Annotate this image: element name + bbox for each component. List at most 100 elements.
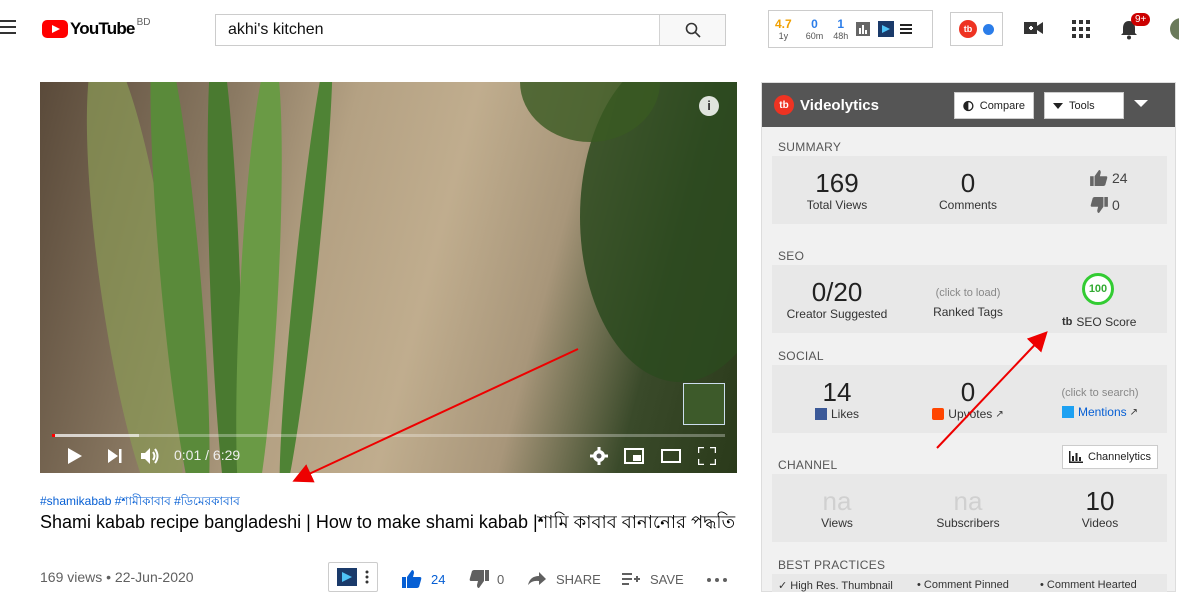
channel-subscribers-label: Subscribers [936, 516, 1000, 530]
channel-views-label: Views [821, 516, 853, 530]
avatar[interactable] [1170, 18, 1179, 40]
vidiq-action-button[interactable] [328, 562, 378, 592]
best-practice-label: High Res. Thumbnail [790, 580, 893, 592]
save-button[interactable]: SAVE [622, 566, 684, 592]
upvotes-value: 0 [960, 377, 976, 407]
collapse-caret-icon[interactable] [1134, 100, 1148, 107]
settings-gear-icon[interactable] [590, 447, 608, 465]
tools-label: Tools [1069, 99, 1095, 112]
share-arrow-icon [528, 572, 546, 585]
apps-grid-icon[interactable] [1072, 20, 1090, 38]
search-button[interactable] [659, 15, 725, 45]
channel-videos: 10 Videos [1035, 486, 1165, 530]
like-count: 24 [431, 571, 446, 587]
search-input[interactable]: akhi's kitchen [216, 15, 659, 45]
menu-lines-icon[interactable] [900, 24, 913, 34]
summary-likes-value: 24 [1112, 170, 1128, 186]
click-to-load-label: (click to load) [935, 287, 1001, 299]
total-views-label: Total Views [806, 198, 868, 212]
channel-watermark[interactable] [683, 383, 725, 425]
thumbs-down-icon [469, 570, 489, 588]
video-meta: 169 views • 22-Jun-2020 [40, 569, 194, 585]
share-button[interactable]: SHARE [528, 566, 601, 592]
best-practice-item: • Comment Pinned [917, 579, 1009, 591]
dislike-count: 0 [497, 571, 505, 587]
search-box: akhi's kitchen [215, 14, 726, 46]
seo-score: tb SEO Score [1062, 315, 1136, 329]
thumbs-up-icon [1090, 170, 1108, 186]
social-likes: 14 Likes [772, 377, 902, 421]
dislike-button[interactable]: 0 [469, 566, 504, 592]
best-practice-item: ✓ High Res. Thumbnail [778, 580, 893, 592]
search-icon [685, 22, 701, 38]
channel-card: na Views na Subscribers 10 Videos [772, 474, 1167, 542]
total-views: 169 Total Views [772, 168, 902, 212]
compare-button[interactable]: Compare [954, 92, 1034, 119]
thumbs-down-icon [1090, 197, 1108, 213]
comments: 0 Comments [903, 168, 1033, 212]
channel-videos-value: 10 [1085, 486, 1115, 516]
comments-value: 0 [960, 168, 976, 198]
theater-mode-icon[interactable] [661, 449, 681, 463]
stat-48h-value: 1 [837, 17, 845, 31]
like-button[interactable]: 24 [402, 566, 445, 592]
share-label: SHARE [556, 571, 601, 587]
stat-60m-label: 60m [805, 31, 824, 41]
seo-card: 0/20 Creator Suggested (click to load) R… [772, 265, 1167, 333]
youtube-logo[interactable]: YouTube BD [42, 16, 151, 39]
external-link-icon: ↗ [995, 408, 1004, 420]
miniplayer-icon[interactable] [624, 448, 644, 464]
tubebuddy-small-icon: tb [1062, 316, 1073, 328]
ranked-tags-label: Ranked Tags [933, 305, 1003, 319]
channelytics-button[interactable]: Channelytics [1062, 445, 1158, 469]
vidiq-icon [337, 568, 357, 586]
channel-videos-label: Videos [1081, 516, 1119, 530]
stat-score-label: 1y [778, 31, 789, 41]
youtube-play-icon [42, 20, 68, 38]
vidiq-icon[interactable] [878, 21, 895, 37]
video-player[interactable]: i 0:01 / 6:29 [40, 82, 737, 473]
channel-subscribers: na Subscribers [903, 486, 1033, 530]
creator-suggested[interactable]: 0/20 Creator Suggested [772, 277, 902, 321]
next-icon[interactable] [108, 449, 122, 463]
social-likes-value: 14 [822, 377, 852, 407]
tubebuddy-button[interactable]: tb [950, 12, 1003, 46]
summary-dislikes: 0 [1090, 197, 1120, 213]
mentions[interactable]: (click to search) Mentions ↗ [1035, 387, 1165, 419]
masthead: YouTube BD akhi's kitchen 4.7 1y 0 60m 1… [0, 0, 1179, 58]
tools-button[interactable]: Tools [1044, 92, 1124, 119]
compare-half-circle-icon [963, 100, 974, 111]
ranked-tags[interactable]: (click to load) Ranked Tags [903, 287, 1033, 319]
video-info-icon[interactable]: i [699, 96, 719, 116]
creator-suggested-value: 0/20 [811, 277, 863, 307]
logo-country: BD [136, 16, 151, 28]
hamburger-menu-icon[interactable] [0, 20, 16, 34]
more-vert-icon [365, 570, 369, 584]
bar-chart-icon[interactable] [856, 22, 871, 36]
seo-score-gauge[interactable]: 100 [1082, 273, 1114, 305]
upvotes[interactable]: 0 Upvotes ↗ [903, 377, 1033, 421]
summary-label: SUMMARY [778, 140, 842, 154]
channel-views-value: na [822, 486, 852, 516]
panel-header: tb Videolytics Compare Tools [762, 83, 1175, 127]
play-icon[interactable] [68, 448, 82, 464]
caret-down-icon [1053, 102, 1063, 109]
create-video-icon[interactable] [1024, 20, 1044, 36]
channel-label: CHANNEL [778, 458, 838, 472]
volume-icon[interactable] [141, 447, 161, 465]
seo-score-label: SEO Score [1076, 315, 1137, 329]
videolytics-panel: tb Videolytics Compare Tools SUMMARY 169… [761, 82, 1176, 592]
click-to-search-label: (click to search) [1061, 387, 1139, 399]
fullscreen-icon[interactable] [698, 447, 716, 465]
comments-label: Comments [938, 198, 997, 212]
external-link-icon: ↗ [1129, 406, 1139, 418]
tubebuddy-logo-icon: tb [774, 95, 794, 115]
more-horiz-icon[interactable] [707, 578, 727, 582]
notifications-badge: 9+ [1131, 13, 1151, 26]
facebook-icon [814, 408, 827, 420]
stat-48h: 1 48h [833, 17, 848, 41]
extension-stats-widget[interactable]: 4.7 1y 0 60m 1 48h [768, 10, 933, 48]
reddit-icon [932, 408, 945, 420]
stat-score: 4.7 1y [775, 17, 792, 41]
best-practices-card: ✓ High Res. Thumbnail • Comment Pinned •… [772, 574, 1167, 592]
